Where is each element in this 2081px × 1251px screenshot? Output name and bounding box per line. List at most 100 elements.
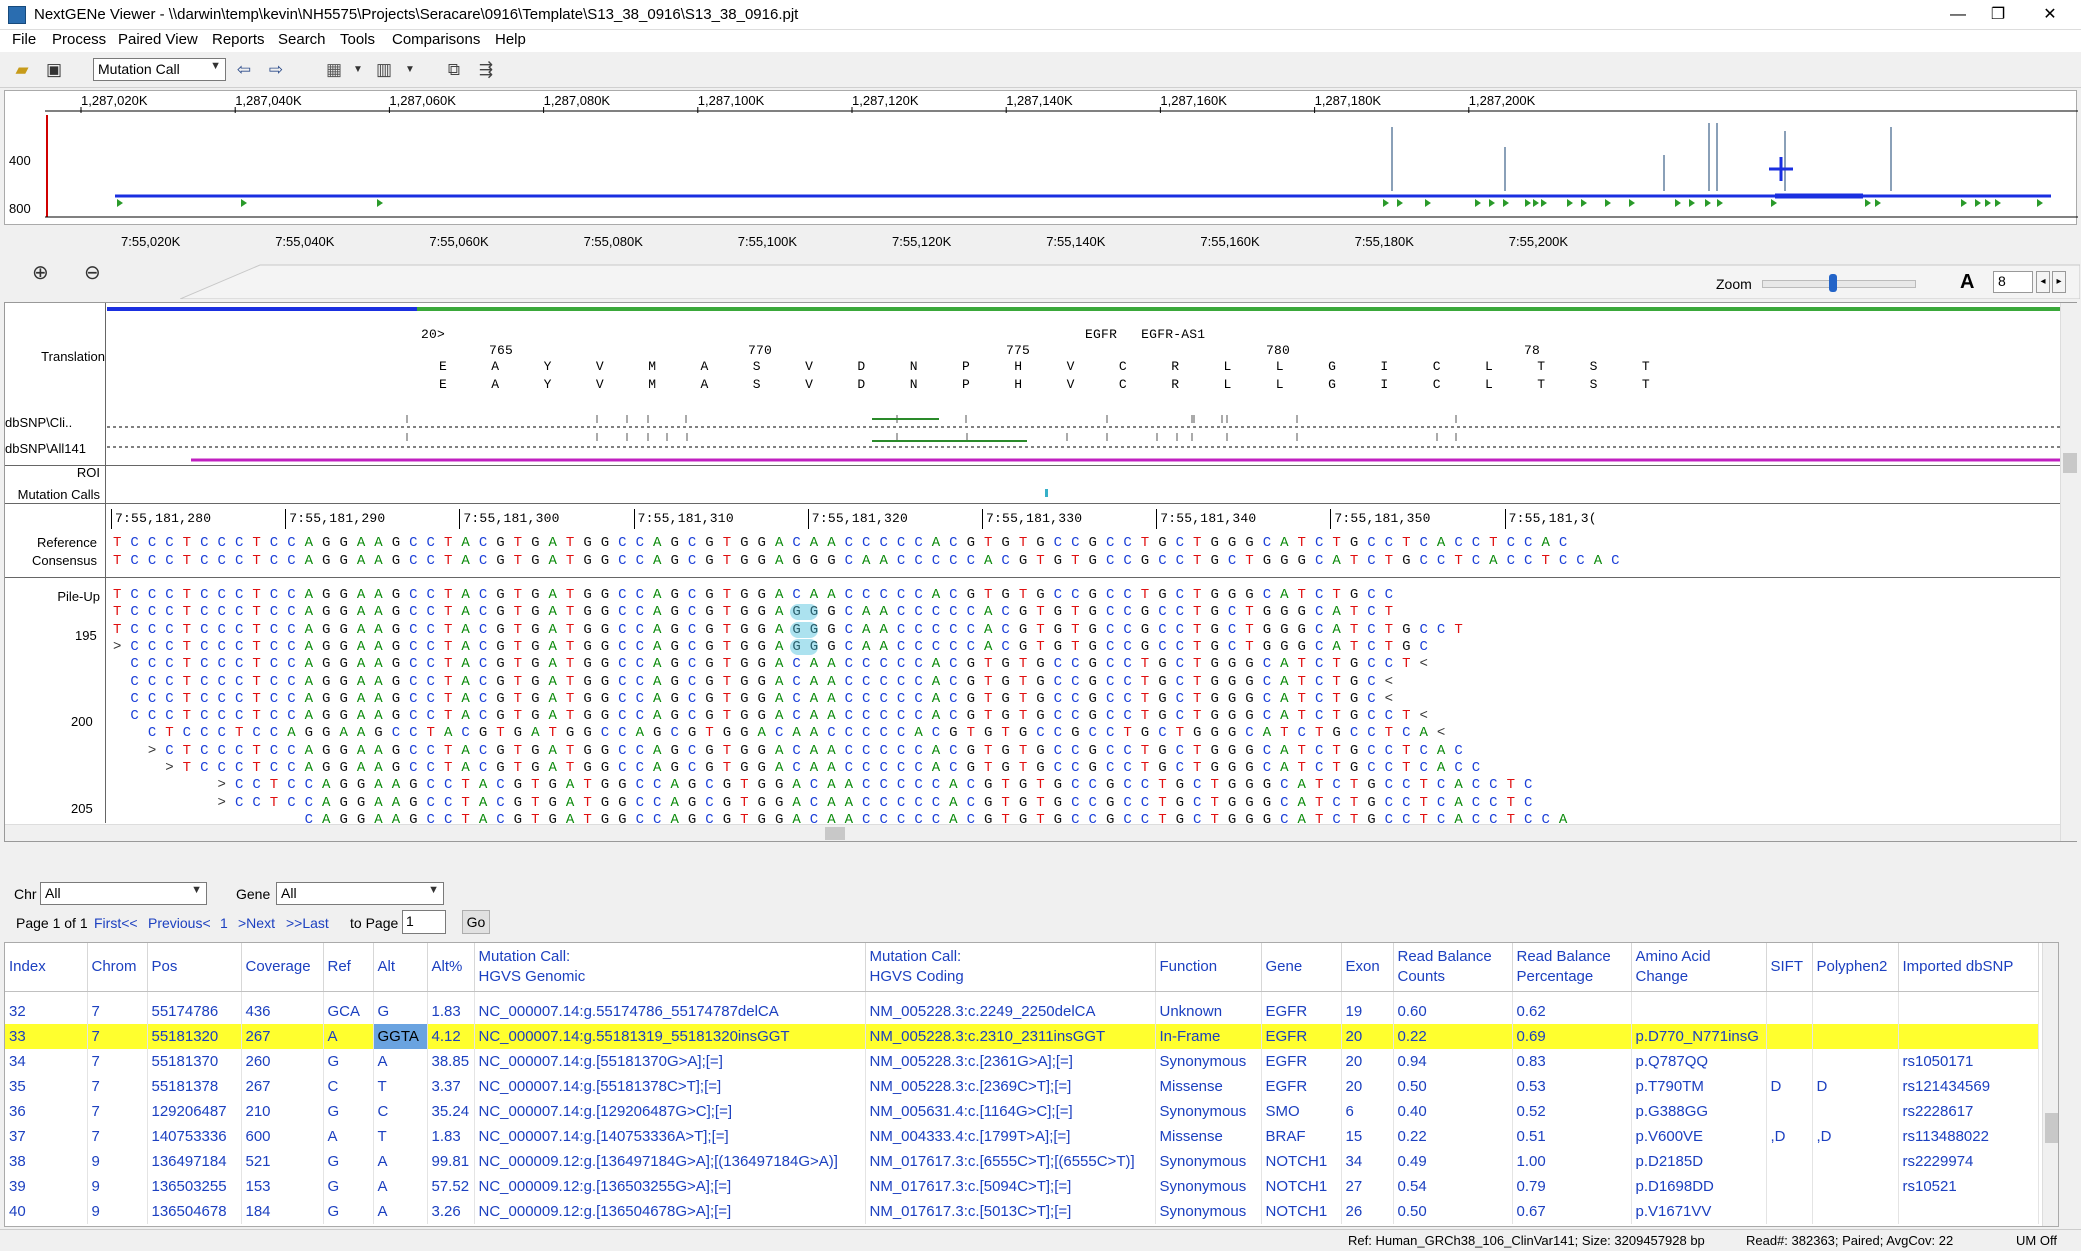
table-vscroll[interactable] xyxy=(2042,943,2058,1226)
table-cell[interactable]: 34 xyxy=(1341,1149,1394,1174)
table-row[interactable]: 37 7 140753336 600 A T 1.83 NC_000007.14:g.[140… xyxy=(5,1124,2039,1149)
table-cell[interactable]: 0.53 xyxy=(1512,1074,1632,1099)
font-size-input[interactable]: 8 xyxy=(1993,271,2033,293)
table-cell[interactable]: 267 xyxy=(241,1074,324,1099)
table-cell[interactable]: 0.79 xyxy=(1512,1174,1632,1199)
table-cell[interactable]: 7 xyxy=(87,1074,148,1099)
restore-button[interactable]: ❐ xyxy=(1975,0,2021,30)
column-header[interactable]: Exon xyxy=(1341,943,1394,992)
to-page-input[interactable]: 1 xyxy=(402,910,446,934)
table-cell[interactable]: NC_000009.12:g.[136504678G>A];[=] xyxy=(474,1199,866,1224)
table-cell[interactable]: 9 xyxy=(87,1174,148,1199)
table-cell[interactable]: G xyxy=(323,1149,374,1174)
table-cell[interactable]: 7 xyxy=(87,1024,148,1049)
table-cell[interactable]: 0.40 xyxy=(1393,1099,1513,1124)
table-cell[interactable]: NM_004333.4:c.[1799T>A];[=] xyxy=(865,1124,1156,1149)
next-page-link[interactable]: >Next xyxy=(238,915,275,931)
copy-icon[interactable]: ⧉ xyxy=(442,58,466,82)
table-row[interactable]: 36 7 129206487 210 G C 35.24 NC_000007.14:g.[12… xyxy=(5,1099,2039,1124)
menu-file[interactable]: File xyxy=(12,31,36,48)
table-cell[interactable]: Missense xyxy=(1155,1124,1262,1149)
table-cell[interactable]: NC_000009.12:g.[136503255G>A];[=] xyxy=(474,1174,866,1199)
table-cell[interactable]: D xyxy=(1812,1074,1899,1099)
table-row[interactable]: 33 7 55181320 267 A GGTA 4.12 NC_000007.14:g.55… xyxy=(5,1024,2039,1049)
table-cell[interactable]: 36 xyxy=(5,1099,88,1124)
table-cell[interactable] xyxy=(1631,999,1767,1024)
table-cell[interactable]: 20 xyxy=(1341,1074,1394,1099)
table-vscroll-thumb[interactable] xyxy=(2045,1113,2058,1143)
table-row[interactable]: 32 7 55174786 436 GCA G 1.83 NC_000007.14:g.551… xyxy=(5,999,2039,1024)
column-header[interactable]: Read Balance Percentage xyxy=(1512,943,1632,992)
table-cell[interactable]: p.Q787QQ xyxy=(1631,1049,1767,1074)
table-cell[interactable]: 0.54 xyxy=(1393,1174,1513,1199)
table-cell[interactable]: 600 xyxy=(241,1124,324,1149)
table-cell[interactable]: NC_000009.12:g.[136497184G>A];[(13649718… xyxy=(474,1149,866,1174)
table-cell[interactable] xyxy=(1812,1174,1899,1199)
table-cell[interactable]: 37 xyxy=(5,1124,88,1149)
table-cell[interactable]: 0.22 xyxy=(1393,1024,1513,1049)
table-cell[interactable]: 0.69 xyxy=(1512,1024,1632,1049)
menu-reports[interactable]: Reports xyxy=(212,31,265,48)
table-cell[interactable]: NC_000007.14:g.[55181378C>T];[=] xyxy=(474,1074,866,1099)
table-cell[interactable]: GGTA xyxy=(373,1024,428,1049)
table-cell[interactable]: C xyxy=(373,1099,428,1124)
column-header[interactable]: Index xyxy=(5,943,88,992)
column-header[interactable]: Ref xyxy=(323,943,374,992)
mode-select[interactable]: Mutation Call ▼ xyxy=(93,58,226,81)
table-cell[interactable] xyxy=(1766,1199,1813,1224)
table-cell[interactable]: 0.50 xyxy=(1393,1199,1513,1224)
table-cell[interactable]: NOTCH1 xyxy=(1261,1149,1342,1174)
table-cell[interactable] xyxy=(1766,1049,1813,1074)
table-cell[interactable]: NM_005228.3:c.[2369C>T];[=] xyxy=(865,1074,1156,1099)
table-cell[interactable]: 57.52 xyxy=(427,1174,475,1199)
menu-search[interactable]: Search xyxy=(278,31,326,48)
table-cell[interactable]: NM_017617.3:c.[5094C>T];[=] xyxy=(865,1174,1156,1199)
current-page[interactable]: 1 xyxy=(220,915,228,931)
table-cell[interactable]: 521 xyxy=(241,1149,324,1174)
table-cell[interactable]: 267 xyxy=(241,1024,324,1049)
table-cell[interactable]: NM_017617.3:c.[6555C>T];[(6555C>T)] xyxy=(865,1149,1156,1174)
table-cell[interactable]: A xyxy=(373,1199,428,1224)
table-cell[interactable]: 38 xyxy=(5,1149,88,1174)
column-header[interactable]: Function xyxy=(1155,943,1262,992)
close-button[interactable]: ✕ xyxy=(2027,0,2073,30)
table-cell[interactable]: EGFR xyxy=(1261,1074,1342,1099)
table-cell[interactable]: 0.67 xyxy=(1512,1199,1632,1224)
column-header[interactable]: Chrom xyxy=(87,943,148,992)
table-cell[interactable]: rs2228617 xyxy=(1898,1099,2039,1124)
zoom-out-icon[interactable]: ⊖ xyxy=(84,260,101,285)
columns-icon[interactable]: ▥ xyxy=(372,58,396,82)
table-cell[interactable]: ,D xyxy=(1766,1124,1813,1149)
zoom-slider[interactable] xyxy=(1762,274,1916,292)
table-cell[interactable]: Synonymous xyxy=(1155,1099,1262,1124)
table-cell[interactable]: In-Frame xyxy=(1155,1024,1262,1049)
table-cell[interactable]: p.V1671VV xyxy=(1631,1199,1767,1224)
table-cell[interactable]: 129206487 xyxy=(147,1099,242,1124)
table-cell[interactable] xyxy=(1812,1049,1899,1074)
menu-help[interactable]: Help xyxy=(495,31,526,48)
table-cell[interactable] xyxy=(1766,999,1813,1024)
table-cell[interactable] xyxy=(1766,1174,1813,1199)
table-cell[interactable]: p.D770_N771insG xyxy=(1631,1024,1767,1049)
sequence-hscroll[interactable] xyxy=(5,824,2060,841)
menu-comparisons[interactable]: Comparisons xyxy=(392,31,480,48)
table-row[interactable]: 39 9 136503255 153 G A 57.52 NC_000009.12:g.[13… xyxy=(5,1174,2039,1199)
menu-tools[interactable]: Tools xyxy=(340,31,375,48)
table-cell[interactable]: D xyxy=(1766,1074,1813,1099)
table-cell[interactable]: G xyxy=(323,1199,374,1224)
column-header[interactable]: Mutation Call: HGVS Genomic xyxy=(474,943,866,992)
table-cell[interactable] xyxy=(1898,1199,2039,1224)
menu-paired-view[interactable]: Paired View xyxy=(118,31,198,48)
table-cell[interactable]: 0.83 xyxy=(1512,1049,1632,1074)
table-cell[interactable]: 7 xyxy=(87,1124,148,1149)
columns-dropdown-icon[interactable]: ▼ xyxy=(398,58,422,82)
table-cell[interactable]: 99.81 xyxy=(427,1149,475,1174)
table-cell[interactable]: 33 xyxy=(5,1024,88,1049)
column-header[interactable]: Coverage xyxy=(241,943,324,992)
table-cell[interactable] xyxy=(1812,999,1899,1024)
zoom-slider-thumb[interactable] xyxy=(1828,274,1837,292)
table-cell[interactable]: EGFR xyxy=(1261,999,1342,1024)
column-header[interactable]: Gene xyxy=(1261,943,1342,992)
table-cell[interactable]: 0.52 xyxy=(1512,1099,1632,1124)
font-size-increase[interactable]: ▸ xyxy=(2052,271,2066,293)
